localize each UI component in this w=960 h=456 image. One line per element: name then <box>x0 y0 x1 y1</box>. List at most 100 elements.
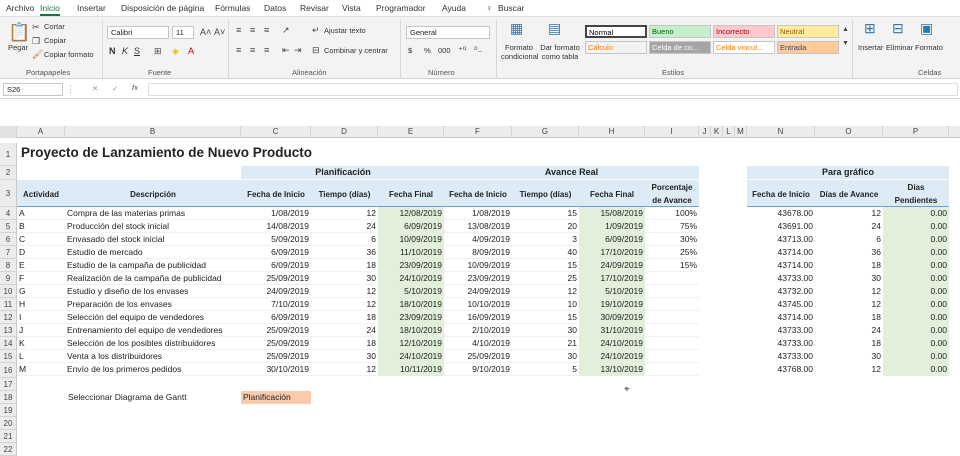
cell-fecha-final-real[interactable]: 13/10/2019 <box>579 363 645 376</box>
cell-fecha-final-real[interactable]: 24/09/2019 <box>579 259 645 272</box>
insert-cells-icon[interactable]: ⊞ <box>864 21 876 35</box>
row-header-2[interactable]: 2 <box>0 166 17 180</box>
cell-porcentaje[interactable] <box>645 311 699 324</box>
row-header-13[interactable]: 13 <box>0 324 17 337</box>
insert-function-icon[interactable]: fx <box>132 83 138 92</box>
tab-programador[interactable]: Programador <box>376 3 426 13</box>
tab-vista[interactable]: Vista <box>342 3 361 13</box>
copy-button[interactable]: Copiar <box>44 36 66 45</box>
cell-fecha-inicio-grafico[interactable]: 43714.00 <box>747 246 815 259</box>
enter-icon[interactable]: ✓ <box>112 84 118 93</box>
cell-fecha-final[interactable]: 12/08/2019 <box>378 207 444 220</box>
cancel-icon[interactable]: ✕ <box>92 84 98 93</box>
increase-indent-icon[interactable]: ⇥ <box>294 45 302 55</box>
cell-fecha-inicio-grafico[interactable]: 43733.00 <box>747 337 815 350</box>
cell-fecha-final[interactable]: 10/11/2019 <box>378 363 444 376</box>
formula-input[interactable] <box>148 83 958 96</box>
cell-tiempo-real[interactable]: 25 <box>512 272 579 285</box>
increase-decimal-icon[interactable]: ⁺⁰ <box>458 45 466 55</box>
cell-descripcion[interactable]: Estudio y diseño de los envases <box>65 285 241 298</box>
cell-fecha-inicio[interactable]: 25/09/2019 <box>241 272 311 285</box>
cell-porcentaje[interactable]: 30% <box>645 233 699 246</box>
cell-fecha-inicio[interactable]: 5/09/2019 <box>241 233 311 246</box>
style-celda-comprobacion[interactable]: Celda de co... <box>649 41 711 54</box>
format-painter-icon[interactable]: 🖌 <box>32 49 43 59</box>
underline-button[interactable]: S <box>134 46 140 56</box>
cell-porcentaje[interactable] <box>645 363 699 376</box>
cell-actividad[interactable]: J <box>17 324 65 337</box>
cell-tiempo-real[interactable]: 5 <box>512 363 579 376</box>
wrap-text-button[interactable]: Ajustar texto <box>324 26 366 35</box>
cell-fecha-inicio-real[interactable]: 10/10/2019 <box>444 298 512 311</box>
cell-fecha-inicio[interactable]: 6/09/2019 <box>241 246 311 259</box>
cell-porcentaje[interactable]: 15% <box>645 259 699 272</box>
cell-fecha-inicio-grafico[interactable]: 43714.00 <box>747 259 815 272</box>
cell-porcentaje[interactable] <box>645 298 699 311</box>
row-header-19[interactable]: 19 <box>0 404 17 417</box>
cell-tiempo[interactable]: 12 <box>311 207 378 220</box>
font-color-icon[interactable]: A <box>188 46 194 56</box>
cell-fecha-inicio-real[interactable]: 16/09/2019 <box>444 311 512 324</box>
cell-tiempo-real[interactable]: 21 <box>512 337 579 350</box>
cell-tiempo[interactable]: 18 <box>311 259 378 272</box>
cell-fecha-final[interactable]: 5/10/2019 <box>378 285 444 298</box>
cell-tiempo[interactable]: 6 <box>311 233 378 246</box>
cell-fecha-inicio-real[interactable]: 24/09/2019 <box>444 285 512 298</box>
name-box[interactable]: S26 <box>3 83 63 96</box>
styles-scroll-down-icon[interactable]: ▼ <box>842 39 849 49</box>
cell-dias-pendientes[interactable]: 0.00 <box>883 246 949 259</box>
row-header-16[interactable]: 16 <box>0 363 17 378</box>
row-header-21[interactable]: 21 <box>0 430 17 443</box>
format-painter-button[interactable]: Copiar formato <box>44 50 94 59</box>
cell-dias-avance[interactable]: 12 <box>815 298 883 311</box>
row-header-4[interactable]: 4 <box>0 207 17 220</box>
name-box-dropdown-icon[interactable]: ⋮ <box>66 84 75 94</box>
column-header-l[interactable]: L <box>723 126 735 138</box>
cell-actividad[interactable]: B <box>17 220 65 233</box>
column-header-d[interactable]: D <box>311 126 378 138</box>
cell-tiempo[interactable]: 30 <box>311 272 378 285</box>
cell-fecha-inicio-grafico[interactable]: 43713.00 <box>747 233 815 246</box>
cell-descripcion[interactable]: Compra de las materias primas <box>65 207 241 220</box>
styles-scroll-up-icon[interactable]: ▲ <box>842 25 849 35</box>
row-header-3[interactable]: 3 <box>0 180 17 207</box>
cell-dias-pendientes[interactable]: 0.00 <box>883 363 949 376</box>
cell-fecha-final-real[interactable]: 19/10/2019 <box>579 298 645 311</box>
cell-fecha-final[interactable]: 23/09/2019 <box>378 259 444 272</box>
format-cells-icon[interactable]: ▣ <box>920 21 933 35</box>
column-header-b[interactable]: B <box>65 126 241 138</box>
cell-fecha-inicio-grafico[interactable]: 43733.00 <box>747 324 815 337</box>
cell-tiempo-real[interactable]: 3 <box>512 233 579 246</box>
cell-porcentaje[interactable] <box>645 324 699 337</box>
column-header-c[interactable]: C <box>241 126 311 138</box>
cell-actividad[interactable]: A <box>17 207 65 220</box>
column-header-e[interactable]: E <box>378 126 444 138</box>
column-header-f[interactable]: F <box>444 126 512 138</box>
align-center-icon[interactable]: ≡ <box>250 45 255 55</box>
borders-icon[interactable]: ⊞ <box>154 46 162 56</box>
row-header-22[interactable]: 22 <box>0 443 17 456</box>
cell-dias-pendientes[interactable]: 0.00 <box>883 298 949 311</box>
cell-descripcion[interactable]: Producción del stock inicial <box>65 220 241 233</box>
cell-fecha-final-real[interactable]: 6/09/2019 <box>579 233 645 246</box>
cell-fecha-inicio-real[interactable]: 1/08/2019 <box>444 207 512 220</box>
cell-actividad[interactable]: F <box>17 272 65 285</box>
style-calculo[interactable]: Cálculo <box>585 41 647 54</box>
bold-button[interactable]: N <box>109 46 116 56</box>
cell-dias-avance[interactable]: 18 <box>815 259 883 272</box>
cell-fecha-inicio-grafico[interactable]: 43745.00 <box>747 298 815 311</box>
cell-actividad[interactable]: C <box>17 233 65 246</box>
row-header-11[interactable]: 11 <box>0 298 17 311</box>
tab-inicio[interactable]: Inicio <box>40 3 60 16</box>
column-header-i[interactable]: I <box>645 126 699 138</box>
cell-fecha-final-real[interactable]: 15/08/2019 <box>579 207 645 220</box>
cell-fecha-inicio[interactable]: 30/10/2019 <box>241 363 311 376</box>
column-header-o[interactable]: O <box>815 126 883 138</box>
row-header-7[interactable]: 7 <box>0 246 17 259</box>
cell-fecha-inicio-grafico[interactable]: 43691.00 <box>747 220 815 233</box>
cell-fecha-final[interactable]: 10/09/2019 <box>378 233 444 246</box>
cell-actividad[interactable]: H <box>17 298 65 311</box>
cell-descripcion[interactable]: Estudio de mercado <box>65 246 241 259</box>
cell-descripcion[interactable]: Venta a los distribuidores <box>65 350 241 363</box>
number-format-select[interactable]: General <box>406 26 490 39</box>
